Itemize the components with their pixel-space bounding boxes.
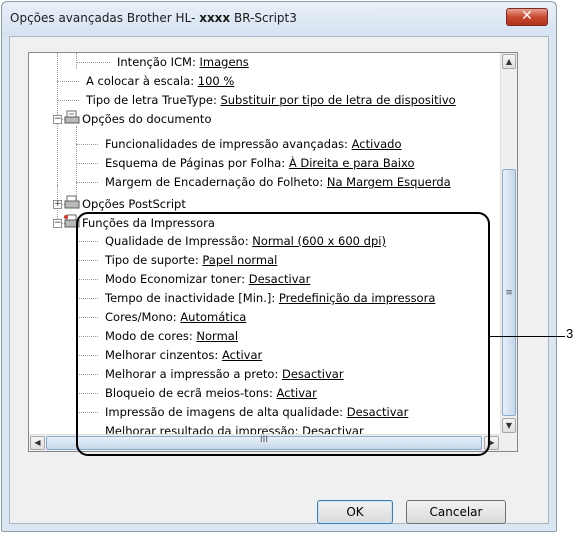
collapse-printer-features[interactable]: − [53, 219, 62, 228]
vertical-scrollbar[interactable]: ▲ ≡ ▼ [500, 53, 517, 434]
setting-value[interactable]: Substituir por tipo de letra de disposit… [220, 93, 455, 107]
setting-value[interactable]: À Direita e para Baixo [289, 156, 415, 170]
tree-guide-line [76, 126, 77, 202]
tree-connector [76, 144, 98, 145]
setting-booklet-binding[interactable]: Margem de Encadernação do Folheto: Na Ma… [105, 173, 451, 191]
setting-label: Tipo de letra TrueType: [86, 93, 217, 107]
setting-value[interactable]: 100 % [198, 74, 235, 88]
postscript-options-icon [64, 195, 80, 209]
setting-scaling[interactable]: A colocar à escala: 100 % [86, 72, 234, 90]
tree-connector [57, 100, 79, 101]
title-bar: Opções avançadas Brother HL- xxxx BR-Scr… [2, 2, 556, 36]
tree-connector [76, 163, 98, 164]
expand-postscript-options[interactable]: + [53, 200, 62, 209]
tree-connector [76, 62, 110, 63]
setting-label: Funcionalidades de impressão avançadas: [105, 137, 348, 151]
setting-label: A colocar à escala: [86, 74, 195, 88]
scroll-up-icon: ▲ [505, 57, 513, 66]
node-label: Opções PostScript [82, 197, 186, 211]
collapse-document-options[interactable]: − [53, 115, 62, 124]
setting-truetype-font[interactable]: Tipo de letra TrueType: Substituir por t… [86, 91, 456, 109]
tree-connector [57, 81, 79, 82]
scrollbar-corner [500, 434, 517, 451]
tree-node-postscript-options[interactable]: Opções PostScript [82, 195, 186, 213]
cancel-button[interactable]: Cancelar [406, 500, 506, 524]
thumb-grip-icon: ≡ [505, 288, 513, 298]
title-prefix: Opções avançadas Brother HL- [10, 11, 196, 25]
setting-label: Esquema de Páginas por Folha: [105, 156, 286, 170]
title-suffix: BR-Script3 [234, 11, 297, 25]
setting-advanced-printing-features[interactable]: Funcionalidades de impressão avançadas: … [105, 135, 402, 153]
window-title: Opções avançadas Brother HL- xxxx BR-Scr… [10, 11, 297, 25]
vertical-scroll-thumb[interactable]: ≡ [502, 169, 516, 416]
close-icon: ✕ [521, 8, 533, 24]
setting-value[interactable]: Na Margem Esquerda [327, 175, 451, 189]
setting-value[interactable]: Imagens [200, 55, 249, 69]
callout-leader-line [490, 336, 565, 337]
printer-features-callout-box [76, 212, 490, 456]
close-button[interactable]: ✕ [506, 8, 548, 26]
setting-icm-intent[interactable]: Intenção ICM: Imagens [117, 53, 249, 71]
scroll-down-button[interactable]: ▼ [502, 418, 516, 433]
setting-pages-per-sheet-layout[interactable]: Esquema de Páginas por Folha: À Direita … [105, 154, 415, 172]
scroll-left-icon: ◀ [34, 438, 41, 447]
scroll-left-button[interactable]: ◀ [30, 436, 45, 450]
setting-value[interactable]: Activado [352, 137, 402, 151]
setting-label: Intenção ICM: [117, 55, 196, 69]
tree-node-document-options[interactable]: Opções do documento [82, 110, 211, 128]
title-model: xxxx [199, 11, 231, 25]
callout-number: 3 [566, 326, 574, 341]
tree-connector [76, 182, 98, 183]
scroll-down-icon: ▼ [505, 421, 513, 430]
document-options-icon [64, 110, 80, 124]
setting-label: Margem de Encadernação do Folheto: [105, 175, 324, 189]
node-label: Opções do documento [82, 112, 212, 126]
tree-guide-line [76, 53, 77, 69]
scroll-up-button[interactable]: ▲ [502, 54, 516, 69]
ok-button[interactable]: OK [317, 500, 393, 524]
